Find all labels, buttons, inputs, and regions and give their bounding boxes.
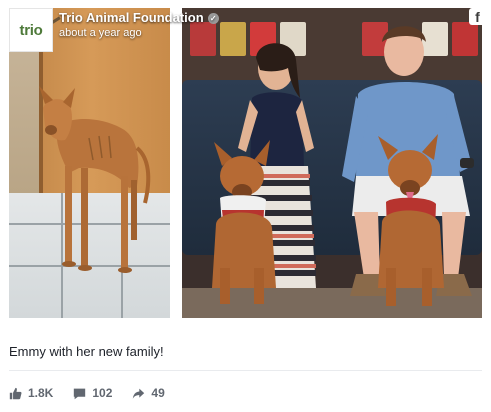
shelf-product: [190, 22, 216, 56]
share-arrow-icon: [133, 388, 145, 399]
photo-before-adoption[interactable]: [9, 8, 170, 318]
facebook-post-card: trio Trio Animal Foundation ✓ about a yea…: [0, 0, 491, 412]
comment-count-button[interactable]: 102: [73, 386, 112, 400]
avatar[interactable]: trio: [9, 8, 53, 52]
post-caption: Emmy with her new family!: [9, 344, 164, 359]
checkmark-circle-icon: ✓: [207, 13, 219, 24]
thin-dog-illustration: [39, 86, 151, 273]
dog-right: [378, 134, 444, 306]
share-count: 49: [151, 386, 165, 400]
avatar-logo-text: trio: [19, 21, 43, 39]
divider: [9, 370, 482, 371]
engagement-bar: 1.8K 102 49: [9, 385, 185, 401]
share-count-button[interactable]: 49: [132, 386, 165, 400]
like-count: 1.8K: [28, 386, 54, 400]
dog-left: [212, 140, 276, 304]
comment-bubble-icon: [74, 388, 86, 399]
page-name[interactable]: Trio Animal Foundation: [59, 10, 204, 25]
thumbs-up-icon: [9, 387, 22, 399]
photo-new-family[interactable]: [182, 8, 482, 318]
comment-count: 102: [92, 386, 113, 400]
post-timestamp[interactable]: about a year ago: [59, 27, 142, 39]
page-name-link[interactable]: Trio Animal Foundation ✓: [59, 10, 219, 25]
facebook-logo-icon[interactable]: f: [469, 8, 486, 25]
like-count-button[interactable]: 1.8K: [9, 386, 53, 400]
post-media[interactable]: trio Trio Animal Foundation ✓ about a yea…: [0, 0, 491, 323]
